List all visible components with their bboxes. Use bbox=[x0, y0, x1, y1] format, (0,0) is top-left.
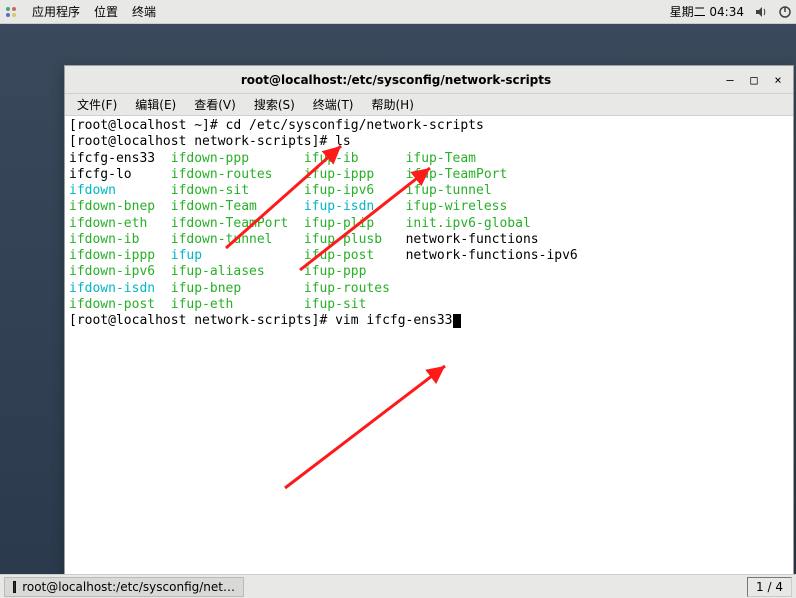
menu-help[interactable]: 帮助(H) bbox=[366, 94, 420, 115]
menu-view[interactable]: 查看(V) bbox=[188, 94, 242, 115]
window-titlebar[interactable]: root@localhost:/etc/sysconfig/network-sc… bbox=[65, 66, 793, 94]
workspace-indicator[interactable]: 1 / 4 bbox=[747, 577, 792, 597]
terminal-body[interactable]: [root@localhost ~]# cd /etc/sysconfig/ne… bbox=[65, 116, 793, 576]
window-minimize-button[interactable]: — bbox=[721, 71, 739, 89]
terminal-cursor bbox=[453, 314, 461, 328]
menu-search[interactable]: 搜索(S) bbox=[248, 94, 301, 115]
terminal-window: root@localhost:/etc/sysconfig/network-sc… bbox=[64, 65, 794, 577]
topbar-terminal[interactable]: 终端 bbox=[132, 3, 156, 20]
topbar-places[interactable]: 位置 bbox=[94, 3, 118, 20]
desktop-topbar: 应用程序 位置 终端 星期二 04:34 bbox=[0, 0, 796, 24]
menu-file[interactable]: 文件(F) bbox=[71, 94, 123, 115]
window-maximize-button[interactable]: □ bbox=[745, 71, 763, 89]
terminal-icon bbox=[13, 581, 16, 593]
taskbar-window-entry[interactable]: root@localhost:/etc/sysconfig/net… bbox=[4, 577, 244, 597]
volume-icon[interactable] bbox=[754, 5, 768, 19]
clock[interactable]: 星期二 04:34 bbox=[670, 3, 744, 20]
taskbar: root@localhost:/etc/sysconfig/net… 1 / 4 bbox=[0, 574, 796, 598]
menu-terminal[interactable]: 终端(T) bbox=[307, 94, 360, 115]
window-title: root@localhost:/etc/sysconfig/network-sc… bbox=[71, 73, 721, 87]
topbar-applications[interactable]: 应用程序 bbox=[32, 3, 80, 20]
power-icon[interactable] bbox=[778, 5, 792, 19]
menu-edit[interactable]: 编辑(E) bbox=[129, 94, 182, 115]
taskbar-window-label: root@localhost:/etc/sysconfig/net… bbox=[22, 580, 235, 594]
activities-icon[interactable] bbox=[4, 5, 18, 19]
workspace-label: 1 / 4 bbox=[756, 580, 783, 594]
window-close-button[interactable]: × bbox=[769, 71, 787, 89]
window-menubar: 文件(F) 编辑(E) 查看(V) 搜索(S) 终端(T) 帮助(H) bbox=[65, 94, 793, 116]
